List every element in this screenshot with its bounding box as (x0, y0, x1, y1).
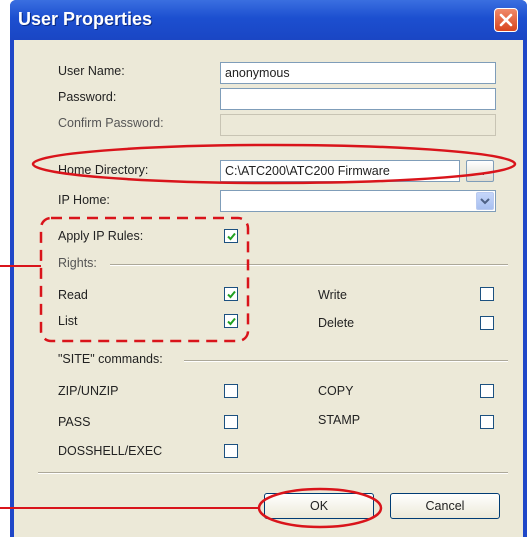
password-input[interactable] (220, 88, 496, 110)
stamp-checkbox[interactable] (480, 415, 494, 429)
read-checkbox[interactable] (224, 287, 238, 301)
confirm-password-label: Confirm Password: (58, 116, 164, 130)
apply-ip-rules-label: Apply IP Rules: (58, 229, 144, 243)
zip-unzip-label: ZIP/UNZIP (58, 384, 119, 398)
copy-checkbox[interactable] (480, 384, 494, 398)
pass-checkbox[interactable] (224, 415, 238, 429)
list-label: List (58, 314, 78, 328)
rights-heading: Rights: (58, 256, 97, 270)
zip-unzip-checkbox[interactable] (224, 384, 238, 398)
pass-label: PASS (58, 415, 91, 429)
dosshell-exec-label: DOSSHELL/EXEC (58, 444, 163, 458)
ip-home-dropdown-button[interactable] (476, 192, 494, 210)
copy-label: COPY (318, 384, 354, 398)
checkmark-icon (227, 232, 236, 241)
buttons-separator (38, 472, 508, 474)
rights-separator (110, 264, 508, 266)
apply-ip-rules-checkbox[interactable] (224, 229, 238, 243)
confirm-password-input[interactable] (220, 114, 496, 136)
site-commands-separator (184, 360, 508, 362)
home-directory-label: Home Directory: (58, 163, 149, 177)
site-commands-heading: "SITE" commands: (58, 352, 163, 366)
ip-home-label: IP Home: (58, 193, 110, 207)
user-name-label: User Name: (58, 64, 125, 78)
delete-checkbox[interactable] (480, 316, 494, 330)
stamp-label: STAMP (318, 413, 361, 427)
write-label: Write (318, 288, 347, 302)
list-checkbox[interactable] (224, 314, 238, 328)
password-label: Password: (58, 90, 117, 104)
home-directory-input[interactable]: C:\ATC200\ATC200 Firmware (220, 160, 460, 182)
browse-button[interactable]: ... (466, 160, 494, 182)
dosshell-exec-checkbox[interactable] (224, 444, 238, 458)
read-label: Read (58, 288, 88, 302)
close-button[interactable] (494, 8, 518, 32)
window-title: User Properties (18, 9, 153, 29)
checkmark-icon (227, 290, 236, 299)
dialog-window: User Properties User Name: anonymous Pas… (10, 0, 527, 537)
user-name-input[interactable]: anonymous (220, 62, 496, 84)
write-checkbox[interactable] (480, 287, 494, 301)
cancel-button[interactable]: Cancel (390, 493, 500, 519)
ip-home-select[interactable] (220, 190, 496, 212)
checkmark-icon (227, 317, 236, 326)
dialog-body: User Name: anonymous Password: Confirm P… (14, 40, 523, 537)
delete-label: Delete (318, 316, 355, 330)
title-bar[interactable]: User Properties (10, 0, 527, 40)
ok-button[interactable]: OK (264, 493, 374, 519)
chevron-down-icon (480, 198, 490, 205)
close-icon (499, 13, 513, 27)
